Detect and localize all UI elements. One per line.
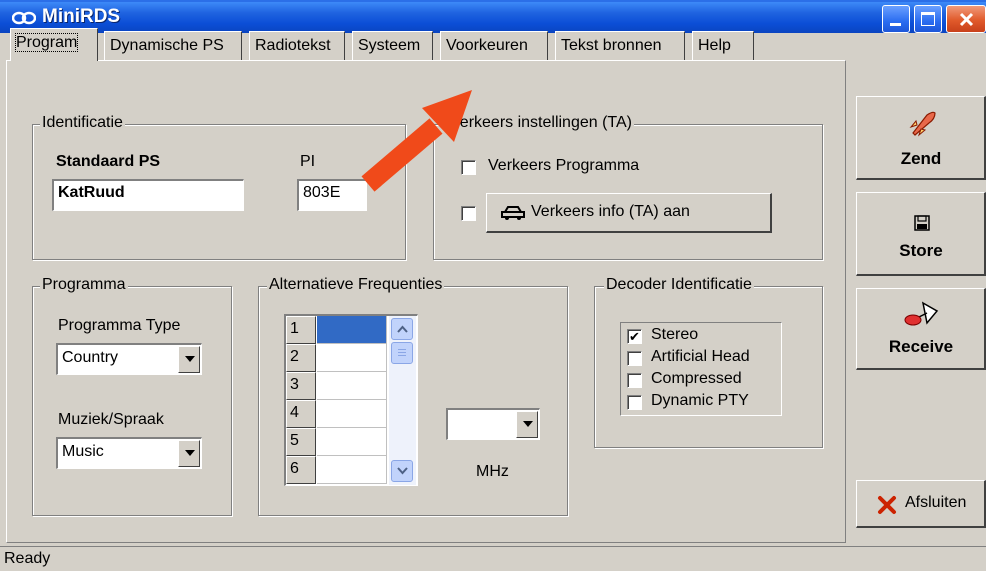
annotation-arrow — [361, 90, 472, 192]
chevron-down-icon[interactable] — [516, 411, 538, 438]
tab-label: Voorkeuren — [446, 37, 528, 54]
frequency-row-number: 5 — [286, 428, 316, 456]
title-bar[interactable]: MiniRDS — [0, 0, 986, 33]
standard-ps-label: Standaard PS — [56, 153, 161, 170]
traffic-info-button[interactable]: Verkeers info (TA) aan — [486, 193, 772, 233]
dynamic-pty-checkbox[interactable] — [627, 395, 642, 410]
tab-label: Systeem — [358, 37, 421, 54]
receive-button-label: Receive — [888, 337, 954, 356]
scroll-thumb[interactable] — [391, 342, 413, 364]
satellite-dish-icon — [904, 301, 939, 326]
music-speech-label: Muziek/Spraak — [58, 411, 164, 428]
traffic-programme-label: Verkeers Programma — [488, 157, 640, 174]
tab-label: Program — [14, 33, 79, 52]
tab-dynamische-ps[interactable]: Dynamische PS — [104, 31, 242, 61]
tab-radiotekst[interactable]: Radiotekst — [249, 31, 345, 61]
tab-voorkeuren[interactable]: Voorkeuren — [440, 31, 548, 61]
window-title: MiniRDS — [42, 6, 121, 27]
chevron-down-icon[interactable] — [178, 440, 200, 467]
tab-label: Tekst bronnen — [561, 37, 662, 54]
scroll-down-icon[interactable] — [391, 460, 413, 482]
traffic-settings-group — [433, 124, 823, 260]
frequency-cell[interactable] — [317, 400, 387, 428]
stereo-label: Stereo — [651, 326, 699, 343]
minimize-button[interactable] — [882, 5, 910, 33]
pi-label: PI — [300, 153, 316, 170]
music-speech-value: Music — [62, 443, 104, 460]
frequency-row-number: 2 — [286, 344, 316, 372]
maximize-button[interactable] — [914, 5, 942, 33]
mhz-unit-label: MHz — [476, 463, 509, 480]
floppy-disk-icon — [914, 215, 930, 231]
alternative-frequencies-legend: Alternatieve Frequenties — [267, 276, 445, 294]
app-icon — [12, 11, 36, 25]
close-window-button[interactable] — [946, 5, 986, 33]
receive-button[interactable]: Receive — [856, 288, 986, 370]
frequency-cell[interactable] — [317, 344, 387, 372]
minimize-icon — [890, 23, 901, 26]
frequency-cell[interactable] — [317, 372, 387, 400]
status-text: Ready — [4, 550, 51, 567]
tab-program[interactable]: Program — [10, 28, 98, 61]
frequency-select[interactable] — [446, 408, 540, 440]
close-app-button-label: Afsluiten — [905, 494, 967, 511]
frequency-scrollbar[interactable] — [389, 316, 416, 485]
programme-type-value: Country — [62, 349, 119, 366]
music-speech-select[interactable]: Music — [56, 437, 202, 469]
artificial-head-checkbox[interactable] — [627, 351, 642, 366]
frequency-row-number: 4 — [286, 400, 316, 428]
compressed-label: Compressed — [651, 370, 742, 387]
rocket-icon — [909, 111, 936, 137]
tab-tekst-bronnen[interactable]: Tekst bronnen — [555, 31, 685, 61]
decoder-checklist: ✔ Stereo Artificial Head Compressed Dyna… — [620, 322, 782, 416]
frequency-row-number: 6 — [286, 456, 316, 484]
tab-help[interactable]: Help — [692, 31, 754, 61]
frequency-list[interactable]: 1 2 3 4 5 6 — [284, 314, 418, 486]
standard-ps-input[interactable]: KatRuud — [52, 179, 244, 211]
frequency-cell[interactable] — [317, 316, 387, 344]
tab-label: Dynamische PS — [110, 37, 224, 54]
identification-legend: Identificatie — [40, 114, 125, 132]
artificial-head-label: Artificial Head — [651, 348, 750, 365]
traffic-announcement-checkbox[interactable] — [461, 206, 476, 221]
store-button[interactable]: Store — [856, 192, 986, 276]
status-bar: Ready — [0, 546, 986, 571]
frequency-cell[interactable] — [317, 456, 387, 484]
chevron-down-icon[interactable] — [178, 346, 200, 373]
dynamic-pty-label: Dynamic PTY — [651, 392, 749, 409]
frequency-row-number: 1 — [286, 316, 316, 344]
red-x-icon — [878, 496, 896, 514]
tab-systeem[interactable]: Systeem — [352, 31, 433, 61]
programme-type-select[interactable]: Country — [56, 343, 202, 375]
maximize-icon — [921, 12, 935, 26]
tab-label: Help — [698, 37, 731, 54]
programme-type-label: Programma Type — [58, 317, 181, 334]
close-icon — [959, 12, 974, 27]
store-button-label: Store — [899, 241, 943, 260]
car-icon — [501, 206, 525, 220]
tab-label: Radiotekst — [255, 37, 331, 54]
traffic-info-button-label: Verkeers info (TA) aan — [531, 203, 690, 220]
decoder-identification-legend: Decoder Identificatie — [604, 276, 754, 294]
send-button[interactable]: Zend — [856, 96, 986, 180]
close-app-button[interactable]: Afsluiten — [856, 480, 986, 528]
frequency-row-number: 3 — [286, 372, 316, 400]
frequency-cell[interactable] — [317, 428, 387, 456]
scroll-up-icon[interactable] — [391, 318, 413, 340]
compressed-checkbox[interactable] — [627, 373, 642, 388]
stereo-checkbox[interactable]: ✔ — [627, 329, 642, 344]
send-button-label: Zend — [900, 149, 942, 168]
programme-legend: Programma — [40, 276, 128, 294]
